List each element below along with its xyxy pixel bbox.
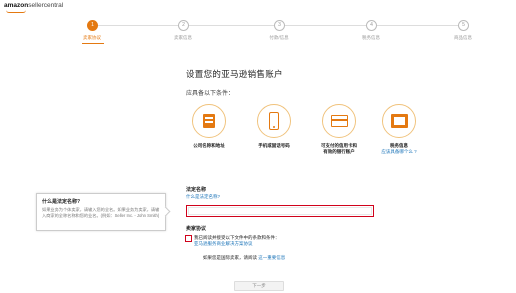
requirement-label: 公司名称和地址 [193, 143, 225, 148]
credit-card-icon [331, 115, 348, 127]
requirement-label: 手机或固话号码 [258, 143, 290, 148]
tax-info-help-link[interactable]: 应该具备哪个么 ? [369, 149, 429, 155]
international-seller-text: 如果您是国际卖家，请阅读 [203, 255, 257, 260]
legal-name-tooltip: 什么是法定名称? 如果业务为个体卖家，请输入您的全名。如果业务为卖家，请输入商家… [36, 193, 166, 231]
legal-name-label: 法定名称 [186, 187, 207, 193]
next-button[interactable]: 下一步 [234, 281, 284, 291]
international-seller-note: 如果您是国际卖家，请阅读 这一重要信息 [203, 255, 285, 261]
agreement-text: 我已阅读并接受以下文件中的条款和条件： 亚马逊服务商业解决方案协议 [194, 235, 280, 247]
requirement-icon-circle [192, 104, 226, 138]
requirement-payment: 可支付的信用卡和 有效的银行账户 [309, 104, 369, 155]
id-card-icon [391, 114, 408, 128]
requirement-icon-circle [382, 104, 416, 138]
page-title: 设置您的亚马逊销售账户 [186, 69, 283, 79]
step-2-circle: 2 [178, 20, 189, 31]
step-5-label: 商品信息 [454, 35, 472, 40]
step-2-label: 卖家信息 [174, 35, 192, 40]
requirement-icon-circle [322, 104, 356, 138]
logo-amazon-text: amazon [4, 2, 29, 9]
step-4-label: 税务信息 [362, 35, 380, 40]
page-subtitle: 应具备以下条件： [186, 91, 235, 97]
step-1-circle: 1 [87, 20, 98, 31]
requirement-company: 公司名称和地址 [179, 104, 239, 149]
logo-seller-text: sellercentral [28, 2, 64, 9]
requirement-label: 可支付的信用卡和 有效的银行账户 [321, 143, 357, 154]
legal-name-help-link[interactable]: 什么是法定名称? [186, 194, 220, 200]
tooltip-body: 如果业务为个体卖家，请输入您的全名。如果业务为卖家，请输入商家的全称名称和您的业… [42, 207, 160, 218]
agreement-label: 卖家协议 [186, 226, 207, 232]
important-info-link[interactable]: 这一重要信息 [258, 255, 285, 260]
building-icon [203, 114, 215, 128]
step-1-label: 卖家协议 [83, 35, 101, 40]
step-4-circle: 4 [366, 20, 377, 31]
step-3-circle: 3 [274, 20, 285, 31]
step-3-label: 付款/信息 [269, 35, 289, 40]
agreement-link[interactable]: 亚马逊服务商业解决方案协议 [194, 241, 280, 247]
amazon-seller-central-logo[interactable]: amazonsellercentral [4, 2, 64, 13]
amazon-smile-icon [6, 10, 26, 13]
step-5-circle: 5 [458, 20, 469, 31]
requirement-icon-circle [257, 104, 291, 138]
legal-name-input[interactable] [186, 205, 374, 217]
phone-icon [269, 112, 279, 130]
agreement-checkbox[interactable] [185, 235, 192, 242]
requirement-phone: 手机或固话号码 [244, 104, 304, 149]
tooltip-title: 什么是法定名称? [42, 199, 81, 205]
step-1-underline [82, 43, 104, 44]
requirement-tax: 税务信息 应该具备哪个么 ? [369, 104, 429, 155]
